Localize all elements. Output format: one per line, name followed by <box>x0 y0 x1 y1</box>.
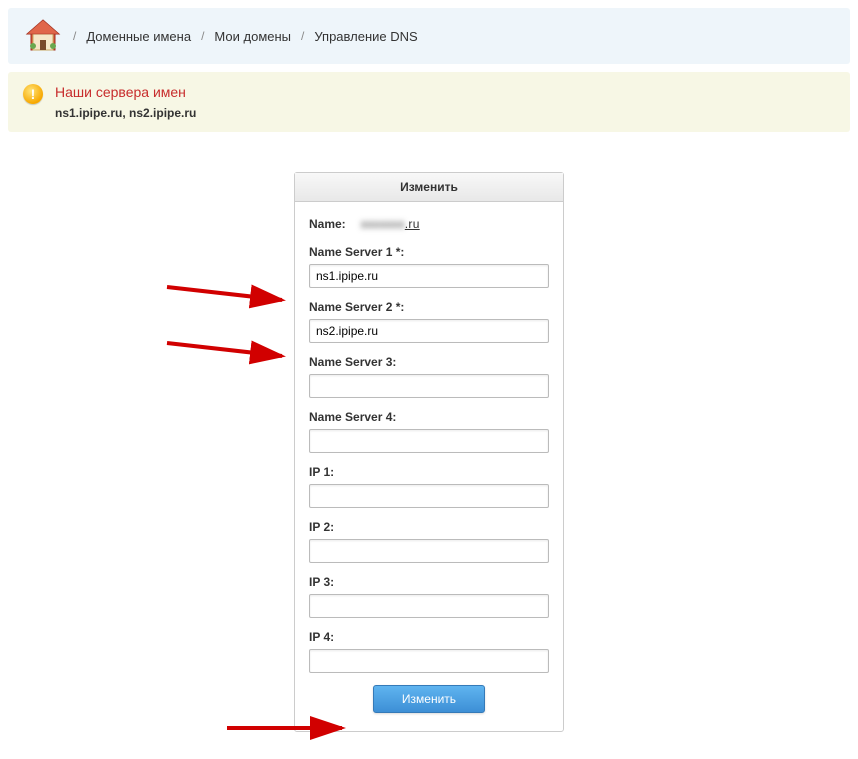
ns4-input[interactable] <box>309 429 549 453</box>
ip1-input[interactable] <box>309 484 549 508</box>
ip3-input[interactable] <box>309 594 549 618</box>
ip1-label: IP 1: <box>309 465 549 479</box>
annotation-arrow-icon <box>162 338 292 368</box>
home-icon[interactable] <box>23 16 63 56</box>
breadcrumb-separator: / <box>73 29 76 43</box>
domain-name-value: xxxxxxx.ru <box>361 217 420 231</box>
ns3-input[interactable] <box>309 374 549 398</box>
breadcrumb: / Доменные имена / Мои домены / Управлен… <box>8 8 850 64</box>
annotation-arrow-icon <box>162 282 292 312</box>
warning-icon: ! <box>23 84 43 104</box>
form-header: Изменить <box>295 173 563 202</box>
ns1-label: Name Server 1 *: <box>309 245 549 259</box>
name-label: Name: <box>309 217 346 231</box>
breadcrumb-domain-names[interactable]: Доменные имена <box>86 29 191 44</box>
breadcrumb-separator: / <box>201 29 204 43</box>
ip2-label: IP 2: <box>309 520 549 534</box>
info-text: ns1.ipipe.ru, ns2.ipipe.ru <box>55 106 196 120</box>
breadcrumb-separator: / <box>301 29 304 43</box>
breadcrumb-my-domains[interactable]: Мои домены <box>214 29 291 44</box>
ip4-label: IP 4: <box>309 630 549 644</box>
info-title: Наши сервера имен <box>55 84 196 100</box>
submit-button[interactable]: Изменить <box>373 685 485 713</box>
ns1-input[interactable] <box>309 264 549 288</box>
ip2-input[interactable] <box>309 539 549 563</box>
ip4-input[interactable] <box>309 649 549 673</box>
ns3-label: Name Server 3: <box>309 355 549 369</box>
dns-edit-form: Изменить Name: xxxxxxx.ru Name Server 1 … <box>294 172 564 732</box>
ns4-label: Name Server 4: <box>309 410 549 424</box>
ip3-label: IP 3: <box>309 575 549 589</box>
info-box: ! Наши сервера имен ns1.ipipe.ru, ns2.ip… <box>8 72 850 132</box>
domain-name-row: Name: xxxxxxx.ru <box>309 217 549 231</box>
breadcrumb-dns-management[interactable]: Управление DNS <box>314 29 417 44</box>
ns2-input[interactable] <box>309 319 549 343</box>
ns2-label: Name Server 2 *: <box>309 300 549 314</box>
